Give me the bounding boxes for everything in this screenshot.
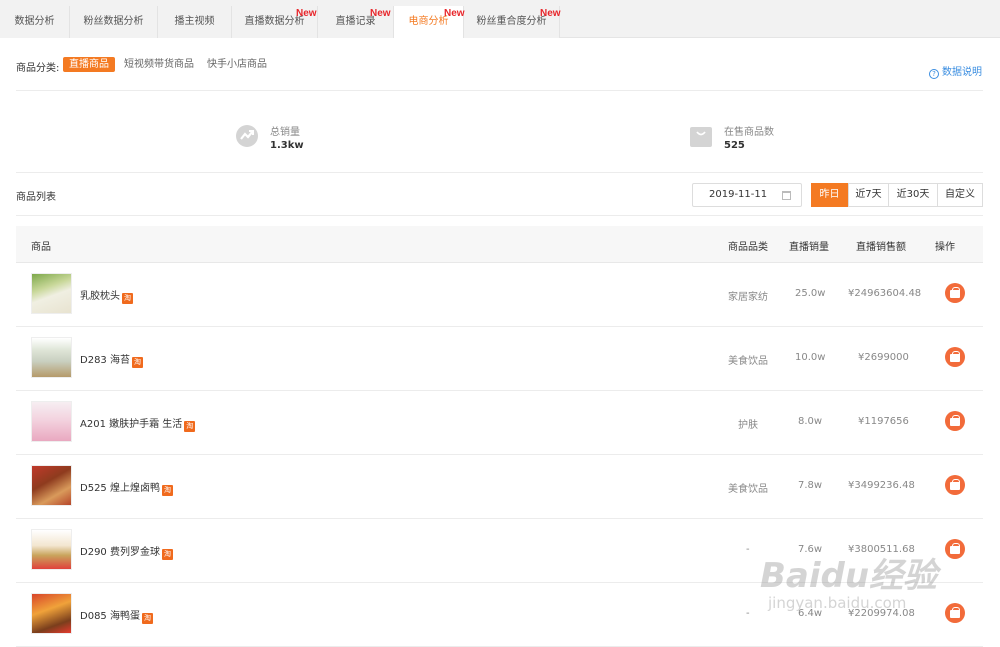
product-name[interactable]: A201 嫩肤护手霜 生活淘	[80, 415, 196, 432]
category-short-video-products[interactable]: 短视频带货商品	[118, 57, 200, 72]
product-category: 家居家纺	[728, 292, 768, 303]
total-sales-label: 总销量	[270, 127, 300, 138]
product-live-sales: 10.0w	[795, 352, 826, 363]
product-live-amount: ¥24963604.48	[848, 288, 922, 299]
new-badge: New	[370, 8, 391, 19]
header-live-amount: 直播销售额	[856, 242, 906, 253]
calendar-icon	[782, 191, 791, 200]
category-live-products[interactable]: 直播商品	[63, 57, 115, 72]
divider	[16, 172, 983, 173]
date-value: 2019-11-11	[709, 189, 768, 200]
shop-bag-button[interactable]	[945, 603, 965, 623]
range-30-days[interactable]: 近30天	[888, 183, 938, 207]
product-name[interactable]: D525 煌上煌卤鸭淘	[80, 479, 173, 496]
sales-trend-icon	[236, 125, 258, 147]
tab-fans-analysis[interactable]: 粉丝数据分析	[70, 6, 158, 38]
table-row: 乳胶枕头淘 家居家纺 25.0w ¥24963604.48	[16, 263, 983, 327]
help-label: 数据说明	[942, 67, 982, 78]
question-icon: ?	[929, 69, 939, 79]
taobao-badge-icon: 淘	[161, 549, 173, 560]
tab-label: 粉丝数据分析	[83, 16, 144, 27]
date-picker[interactable]: 2019-11-11	[692, 183, 802, 207]
product-name[interactable]: D290 费列罗金球淘	[80, 543, 173, 560]
header-category: 商品品类	[728, 242, 768, 253]
header-operation: 操作	[935, 242, 955, 253]
shop-bag-button[interactable]	[945, 539, 965, 559]
product-category: 美食饮品	[728, 356, 768, 367]
baidu-watermark-url: jingyan.baidu.com	[768, 594, 907, 612]
product-category: -	[746, 608, 750, 619]
product-category: 护肤	[738, 420, 758, 431]
product-list-title: 商品列表	[16, 192, 56, 203]
data-help-link[interactable]: ? 数据说明	[929, 63, 982, 79]
product-live-sales: 25.0w	[795, 288, 826, 299]
total-sales-value: 1.3kw	[270, 140, 304, 151]
table-row: A201 嫩肤护手霜 生活淘 护肤 8.0w ¥1197656	[16, 391, 983, 455]
range-yesterday[interactable]: 昨日	[811, 183, 848, 207]
table-row: D525 煌上煌卤鸭淘 美食饮品 7.8w ¥3499236.48	[16, 455, 983, 519]
on-sale-value: 525	[724, 140, 745, 151]
tab-label: 粉丝重合度分析	[476, 16, 547, 27]
header-product: 商品	[31, 242, 51, 253]
taobao-badge-icon: 淘	[184, 421, 196, 432]
shop-bag-button[interactable]	[945, 347, 965, 367]
taobao-badge-icon: 淘	[161, 485, 173, 496]
divider	[16, 90, 983, 91]
product-name[interactable]: 乳胶枕头淘	[80, 287, 133, 304]
product-thumbnail[interactable]	[31, 337, 72, 378]
range-7-days[interactable]: 近7天	[848, 183, 889, 207]
taobao-badge-icon: 淘	[131, 357, 143, 368]
new-badge: New	[444, 8, 465, 19]
product-live-sales: 7.8w	[798, 480, 823, 491]
new-badge: New	[540, 8, 561, 19]
baidu-watermark: Baidu经验	[760, 556, 938, 596]
tab-label: 播主视频	[174, 16, 215, 27]
divider	[16, 215, 983, 216]
range-custom[interactable]: 自定义	[937, 183, 983, 207]
taobao-badge-icon: 淘	[141, 613, 153, 624]
product-live-amount: ¥2699000	[858, 352, 909, 363]
product-live-amount: ¥3499236.48	[848, 480, 915, 491]
category-label: 商品分类:	[16, 63, 60, 74]
header-live-sales: 直播销量	[789, 242, 829, 253]
product-thumbnail[interactable]	[31, 465, 72, 506]
shopping-bag-icon	[690, 127, 712, 147]
tab-label: 电商分析	[408, 16, 449, 27]
product-thumbnail[interactable]	[31, 273, 72, 314]
tab-data-analysis[interactable]: 数据分析	[0, 6, 70, 38]
top-tab-bar: 数据分析 粉丝数据分析 播主视频 直播数据分析 直播记录 电商分析 粉丝重合度分…	[0, 0, 1000, 38]
product-thumbnail[interactable]	[31, 529, 72, 570]
taobao-badge-icon: 淘	[122, 293, 133, 304]
shop-bag-button[interactable]	[945, 411, 965, 431]
product-thumbnail[interactable]	[31, 593, 72, 634]
shop-bag-button[interactable]	[945, 475, 965, 495]
product-live-sales: 8.0w	[798, 416, 823, 427]
tab-label: 数据分析	[14, 16, 55, 27]
table-row: D283 海苔淘 美食饮品 10.0w ¥2699000	[16, 327, 983, 391]
new-badge: New	[296, 8, 317, 19]
product-name[interactable]: D283 海苔淘	[80, 351, 143, 368]
table-header: 商品 商品品类 直播销量 直播销售额 操作	[16, 226, 983, 263]
product-category: 美食饮品	[728, 484, 768, 495]
product-thumbnail[interactable]	[31, 401, 72, 442]
product-name[interactable]: D085 海鸭蛋淘	[80, 607, 153, 624]
on-sale-label: 在售商品数	[724, 127, 774, 138]
product-category: -	[746, 544, 750, 555]
category-kuaishou-store-products[interactable]: 快手小店商品	[201, 57, 273, 72]
product-live-amount: ¥1197656	[858, 416, 909, 427]
shop-bag-button[interactable]	[945, 283, 965, 303]
tab-videos[interactable]: 播主视频	[158, 6, 232, 38]
